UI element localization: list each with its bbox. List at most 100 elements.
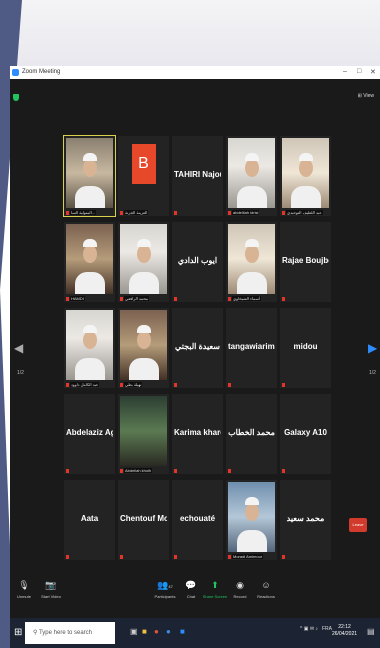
participant-tile[interactable]: محمد الخطاب xyxy=(226,394,277,474)
person-silhouette xyxy=(244,153,259,162)
participant-tile[interactable]: abdelilah idrisi xyxy=(226,136,277,216)
mic-muted-icon xyxy=(228,297,231,301)
maximize-button[interactable]: □ xyxy=(357,68,361,75)
participant-name-tag: abdelilah idrisi xyxy=(232,210,260,215)
next-page-arrow-icon[interactable]: ▶ xyxy=(368,341,377,355)
chat-button[interactable]: 💬 Chat xyxy=(182,580,200,599)
participant-video xyxy=(228,224,275,294)
window-title: Zoom Meeting xyxy=(22,69,61,75)
participant-name: tangawiarim53... xyxy=(228,342,275,351)
mic-muted-icon xyxy=(120,297,123,301)
participant-name: Rajae Boujbel xyxy=(282,256,329,265)
mic-muted-icon xyxy=(120,383,123,387)
participant-name: محمد سعيد xyxy=(286,514,325,523)
person-silhouette xyxy=(236,186,267,208)
record-button[interactable]: ◉ Record xyxy=(230,580,250,599)
chat-icon: 💬 xyxy=(185,580,197,590)
participant-name: محمد الخطاب xyxy=(228,428,275,437)
record-icon: ◉ xyxy=(236,580,244,590)
participant-tile[interactable]: محمد سعيد xyxy=(280,480,331,560)
mic-muted-icon xyxy=(174,297,177,301)
start-video-button[interactable]: 📷 Start Video xyxy=(38,580,64,599)
participant-tile[interactable]: tangawiarim53... xyxy=(226,308,277,388)
participant-tile[interactable]: محمد الرافعي xyxy=(118,222,169,302)
participant-tile[interactable]: TAHIRI Najoua xyxy=(172,136,223,216)
participant-name-tag: HAMDI xyxy=(70,296,85,301)
mic-muted-icon xyxy=(228,383,231,387)
title-bar: Zoom Meeting – □ ✕ xyxy=(10,66,380,79)
participant-tile[interactable]: echouaté xyxy=(172,480,223,560)
participant-tile[interactable]: Aata xyxy=(64,480,115,560)
participant-tile[interactable]: المتولية السا... xyxy=(63,135,116,217)
security-shield-icon[interactable] xyxy=(13,94,19,101)
minimize-button[interactable]: – xyxy=(343,68,347,75)
mic-muted-icon xyxy=(174,555,177,559)
mic-muted-icon xyxy=(282,211,285,215)
windows-start-icon[interactable]: ⊞ xyxy=(14,627,22,638)
unmute-button[interactable]: 🎙 Unmute xyxy=(14,580,34,599)
desktop-background xyxy=(0,0,380,66)
participant-name-tag: المتولية السا... xyxy=(70,210,97,215)
prev-page-indicator: 1/2 xyxy=(17,370,24,376)
windows-taskbar: ⊞ ⚲ Type here to search ▣ ■ ● ● ■ ^ ▣ ✉ … xyxy=(10,618,380,648)
participant-tile[interactable]: Moradi Amimour xyxy=(226,480,277,560)
mic-muted-icon xyxy=(282,383,285,387)
search-icon: ⚲ xyxy=(33,630,38,636)
close-button[interactable]: ✕ xyxy=(370,68,376,76)
mic-muted-icon xyxy=(120,555,123,559)
participant-tile[interactable]: Galaxy A10 xyxy=(280,394,331,474)
participants-button[interactable]: 👥47 Participants xyxy=(148,580,182,599)
participant-tile[interactable]: B العرينة الجرنة xyxy=(118,136,169,216)
leave-button[interactable]: Leave xyxy=(349,518,367,532)
participant-tile[interactable]: Abdelaziz Aghb... xyxy=(64,394,115,474)
share-screen-button[interactable]: ⬆ Share Screen xyxy=(202,580,228,599)
notification-icon[interactable]: ▤ xyxy=(367,627,375,636)
edge-icon[interactable]: ● xyxy=(166,627,171,636)
participant-tile[interactable]: Rajae Boujbel xyxy=(280,222,331,302)
mic-muted-icon xyxy=(282,469,285,473)
person-silhouette xyxy=(244,159,259,177)
participant-name: Karima kharchaf xyxy=(174,428,221,437)
participant-tile[interactable]: Abdellah kholh xyxy=(118,394,169,474)
person-silhouette xyxy=(82,325,97,334)
person-silhouette xyxy=(74,272,105,294)
system-tray-icons[interactable]: ^ ▣ ✉ ♪ xyxy=(300,626,318,632)
person-silhouette xyxy=(82,331,97,349)
mic-muted-icon xyxy=(282,555,285,559)
meeting-toolbar: 🎙 Unmute 📷 Start Video 👥47 Participants 💬 Ch… xyxy=(10,572,380,618)
participant-tile[interactable]: عبد اللطيف التوحيدي xyxy=(280,136,331,216)
participant-tile[interactable]: Chentouf Moha... xyxy=(118,480,169,560)
taskbar-search-box[interactable]: ⚲ Type here to search xyxy=(25,622,115,644)
participant-tile[interactable]: ايوب الدادي xyxy=(172,222,223,302)
person-silhouette xyxy=(244,503,259,521)
task-view-icon[interactable]: ▣ xyxy=(130,627,138,636)
participant-name-tag: عبد اللطيف التوحيدي xyxy=(286,210,323,215)
participant-tile[interactable]: HAMDI xyxy=(64,222,115,302)
participant-name-tag: Abdellah kholh xyxy=(124,468,153,473)
zoom-taskbar-icon[interactable]: ■ xyxy=(180,627,185,636)
participant-tile[interactable]: سعيدة البجتي xyxy=(172,308,223,388)
prev-page-arrow-icon[interactable]: ◀ xyxy=(14,341,23,355)
chrome-icon[interactable]: ● xyxy=(154,627,159,636)
participant-tile[interactable]: Karima kharchaf xyxy=(172,394,223,474)
participant-video xyxy=(120,396,167,466)
view-button[interactable]: ⊞ View xyxy=(358,93,374,99)
file-explorer-icon[interactable]: ■ xyxy=(142,627,147,636)
reactions-button[interactable]: ☺ Reactions xyxy=(254,580,278,599)
participant-tile[interactable]: أسماء الشيخاوي xyxy=(226,222,277,302)
avatar: B xyxy=(131,144,156,184)
participant-name: midou xyxy=(293,342,318,351)
participant-tile[interactable]: midou xyxy=(280,308,331,388)
taskbar-clock[interactable]: 22:12 26/04/2021 xyxy=(332,624,357,638)
participant-video xyxy=(282,138,329,208)
participant-name-tag: محمد الرافعي xyxy=(124,296,150,301)
person-silhouette xyxy=(136,325,151,334)
participants-icon: 👥47 xyxy=(157,580,173,590)
participant-name: سعيدة البجتي xyxy=(175,342,220,351)
person-silhouette xyxy=(298,153,313,162)
language-indicator[interactable]: FRA xyxy=(322,626,332,632)
person-silhouette xyxy=(290,186,321,208)
participant-tile[interactable]: عبد الكامل داوود xyxy=(64,308,115,388)
participant-tile[interactable]: نهيلة بطي xyxy=(118,308,169,388)
zoom-window: Zoom Meeting – □ ✕ ⊞ View ◀ 1/2 ▶ 1/2 ال… xyxy=(10,66,380,648)
